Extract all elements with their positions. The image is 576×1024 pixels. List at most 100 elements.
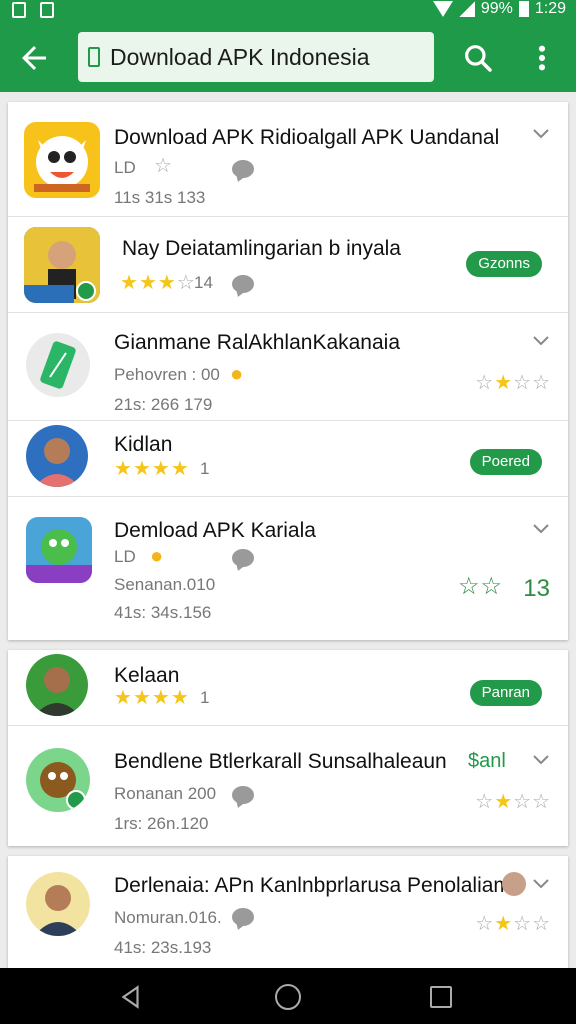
star-icon: ☆: [475, 791, 494, 813]
star-icon: ★: [170, 687, 189, 709]
app-title: Kidlan: [114, 433, 173, 456]
star-icon: ☆: [513, 913, 532, 935]
system-nav-bar: [0, 968, 576, 1024]
nav-home-icon[interactable]: [275, 984, 301, 1010]
app-title: Nay Deiatamlingarian b inyala: [122, 237, 401, 260]
star-icon: ★: [114, 458, 132, 480]
search-query: Download APK Indonesia: [110, 43, 370, 70]
battery-percent: 99%: [480, 0, 513, 17]
rating-stars: ★ ★ ★ ☆: [120, 273, 195, 293]
nav-back-icon[interactable]: [118, 984, 144, 1010]
notification-icon: [12, 2, 26, 18]
chevron-down-icon[interactable]: [532, 128, 550, 140]
emoji-icon: ●: [150, 543, 164, 568]
app-meta: Senanan.010: [114, 575, 216, 594]
rating-count: 1: [200, 688, 210, 707]
rating-stars: ☆ ★ ☆ ☆: [475, 373, 550, 393]
notification-icon: [40, 2, 54, 18]
app-stats: 11s 31s 133: [114, 188, 206, 207]
rating-stars: ☆ ★ ☆ ☆: [475, 914, 550, 934]
wifi-icon: [432, 1, 453, 17]
app-list-item[interactable]: Nay Deiatamlingarian b inyala ★ ★ ★ ☆ 14 Gz…: [8, 217, 568, 313]
star-icon: ☆: [532, 913, 550, 935]
star-icon: ☆: [475, 372, 494, 394]
app-title: Bendlene Btlerkarall Sunsalhaleaun: [114, 750, 447, 773]
rating-stars: ☆ ★ ☆ ☆: [475, 792, 550, 812]
star-icon: ★: [494, 913, 513, 935]
star-icon: ★: [157, 272, 176, 294]
star-icon: ☆: [475, 913, 494, 935]
app-list-item[interactable]: Download APK Ridioalgall APK Uandanal LD…: [8, 102, 568, 217]
star-icon: ★: [138, 272, 157, 294]
green-phone-icon: [26, 333, 90, 397]
chevron-down-icon[interactable]: [532, 754, 550, 766]
star-icon: ☆: [532, 372, 550, 394]
search-field[interactable]: Download APK Indonesia: [78, 32, 434, 82]
app-title: Download APK Ridioalgall APK Uandanal: [114, 126, 500, 149]
apk-file-icon: [88, 47, 100, 67]
open-button[interactable]: Poered: [469, 449, 542, 475]
star-icon: ★: [151, 687, 170, 709]
comment-bubble-icon: [232, 549, 254, 567]
app-list-card: Derlenaia: APn Kanlnbprlarusa Penolaliam…: [8, 856, 568, 968]
app-list-item[interactable]: Kidlan ★ ★ ★ ★ 1 Poered: [8, 421, 568, 497]
star-icon: ★: [132, 458, 151, 480]
search-icon[interactable]: [462, 42, 494, 74]
rating-stars: ★ ★ ★ ★: [114, 459, 189, 479]
brown-creature-icon: [26, 748, 90, 812]
comment-bubble-icon: [232, 160, 254, 178]
rating-star-icon: ☆: [154, 155, 172, 177]
notification-icons: [12, 2, 54, 18]
app-list-item[interactable]: Demload APK Kariala LD ● Senanan.010 41s…: [8, 497, 568, 640]
app-stats: 1rs: 26n.120: [114, 814, 209, 833]
score-value: 13: [523, 575, 550, 602]
app-list-item[interactable]: Kelaan ★ ★ ★ ★ 1 Panran: [8, 650, 568, 726]
app-list-card: Download APK Ridioalgall APK Uandanal LD…: [8, 102, 568, 640]
comment-bubble-icon: [232, 786, 254, 804]
star-icon: ★: [132, 687, 151, 709]
status-bar: 99% 1:29: [0, 0, 576, 22]
star-icon: ★: [494, 791, 513, 813]
green-creature-icon: [26, 517, 92, 583]
emoji-icon: ●: [230, 361, 244, 386]
nav-recents-icon[interactable]: [430, 986, 452, 1008]
user-avatar: [502, 872, 526, 896]
app-meta: Pehovren : 00: [114, 365, 220, 384]
install-button[interactable]: Gzonns: [466, 251, 542, 277]
star-icon: ★: [494, 372, 513, 394]
man-avatar-icon: [26, 654, 88, 716]
rating-stars: ☆ ☆: [458, 573, 503, 600]
star-icon: ★: [151, 458, 170, 480]
app-title: Gianmane RalAkhlanKakanaia: [114, 331, 401, 354]
more-options-icon[interactable]: [530, 42, 554, 74]
battery-icon: [518, 1, 529, 17]
man-portrait-icon: [24, 227, 100, 303]
star-icon: ★: [114, 687, 132, 709]
star-icon: ★: [120, 272, 138, 294]
cartoon-cat-icon: [24, 122, 100, 198]
chevron-down-icon[interactable]: [532, 523, 550, 535]
man-avatar-icon: [26, 425, 88, 487]
open-button[interactable]: Panran: [469, 680, 542, 706]
chevron-down-icon[interactable]: [532, 335, 550, 347]
star-icon: ☆: [480, 573, 503, 600]
back-arrow-icon[interactable]: [16, 40, 52, 76]
app-list-item[interactable]: Gianmane RalAkhlanKakanaia Pehovren : 00…: [8, 313, 568, 421]
rating-count: 1: [200, 459, 210, 478]
app-stats: 21s: 266 179: [114, 395, 213, 414]
rating-count: 14: [194, 273, 213, 292]
app-list-card: Kelaan ★ ★ ★ ★ 1 Panran Bendlene Btlerkaral…: [8, 650, 568, 846]
star-icon: ☆: [176, 272, 195, 294]
app-title: Derlenaia: APn Kanlnbprlarusa Penolaliam…: [114, 874, 517, 897]
app-list-item[interactable]: Derlenaia: APn Kanlnbprlarusa Penolaliam…: [8, 856, 568, 968]
app-title: Demload APK Kariala: [114, 519, 316, 542]
signal-icon: [458, 1, 475, 17]
app-title: Kelaan: [114, 664, 180, 687]
app-stats: 41s: 34s.156: [114, 603, 212, 622]
app-meta: Nomuran.016.: [114, 908, 222, 927]
app-list-item[interactable]: Bendlene Btlerkarall Sunsalhaleaun $anl …: [8, 726, 568, 846]
chevron-down-icon[interactable]: [532, 878, 550, 890]
star-icon: ☆: [513, 372, 532, 394]
app-meta: Ronanan 200: [114, 784, 217, 803]
app-toolbar: Download APK Indonesia: [0, 22, 576, 92]
